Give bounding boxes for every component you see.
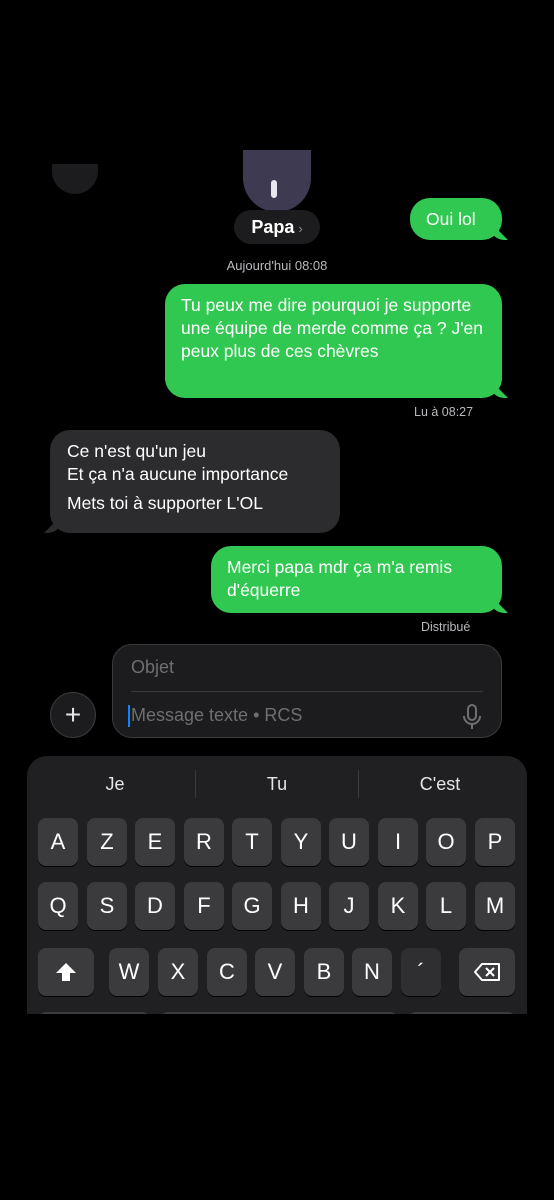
key-e[interactable]: E [135,818,175,866]
key-d[interactable]: D [135,882,175,930]
key-h[interactable]: H [281,882,321,930]
message-text: Oui lol [426,209,476,229]
message-text-line: Mets toi à supporter L'OL [67,493,263,513]
keyboard: Je Tu C'est A Z E R T Y U I O P Q S D F … [27,756,527,1018]
key-i[interactable]: I [378,818,418,866]
bottom-mask [0,1014,554,1200]
shift-key[interactable] [38,948,94,996]
key-t[interactable]: T [232,818,272,866]
key-v[interactable]: V [255,948,295,996]
key-y[interactable]: Y [281,818,321,866]
delivery-status: Distribué [421,620,471,634]
message-text: Tu peux me dire pourquoi je supporte une… [181,295,483,361]
key-f[interactable]: F [184,882,224,930]
key-m[interactable]: M [475,882,515,930]
key-c[interactable]: C [207,948,247,996]
conversation-timestamp: Aujourd'hui 08:08 [226,258,328,273]
compose-field[interactable]: Objet Message texte • RCS [112,644,502,738]
read-receipt: Lu à 08:27 [414,405,474,419]
key-q[interactable]: Q [38,882,78,930]
key-x[interactable]: X [158,948,198,996]
suggestion-item[interactable]: Tu [197,774,357,795]
microphone-icon[interactable] [459,703,485,731]
message-bubble-incoming[interactable]: Ce n'est qu'un jeu Et ça n'a aucune impo… [50,430,340,533]
compose-divider [131,691,483,692]
key-p[interactable]: P [475,818,515,866]
suggestion-divider [195,770,196,798]
key-a[interactable]: A [38,818,78,866]
key-j[interactable]: J [329,882,369,930]
key-n[interactable]: N [352,948,392,996]
chevron-right-icon: › [298,220,303,236]
shift-arrow-icon [56,963,76,981]
key-s[interactable]: S [87,882,127,930]
contact-avatar[interactable] [243,150,311,212]
message-text: Merci papa mdr ça m'a remis d'équerre [227,557,453,600]
contact-name-pill[interactable]: Papa › [234,210,320,244]
contact-name: Papa [251,216,295,237]
key-w[interactable]: W [109,948,149,996]
add-attachment-button[interactable]: + [50,692,96,738]
key-accent[interactable]: ´ [401,948,441,996]
key-b[interactable]: B [304,948,344,996]
key-o[interactable]: O [426,818,466,866]
suggestion-divider [358,770,359,798]
message-text-line: Ce n'est qu'un jeu [67,441,207,461]
backspace-icon [474,963,500,981]
message-bubble-outgoing[interactable]: Merci papa mdr ça m'a remis d'équerre [211,546,502,613]
text-cursor [128,705,130,727]
key-r[interactable]: R [184,818,224,866]
message-bubble-outgoing[interactable]: Oui lol [410,198,502,240]
key-k[interactable]: K [378,882,418,930]
message-text-line: Et ça n'a aucune importance [67,464,289,484]
subject-input[interactable]: Objet [131,657,174,678]
key-l[interactable]: L [426,882,466,930]
message-input[interactable]: Message texte • RCS [131,705,302,726]
message-bubble-outgoing[interactable]: Tu peux me dire pourquoi je supporte une… [165,284,502,398]
suggestion-item[interactable]: C'est [360,774,520,795]
avatar-glyph [271,180,277,198]
key-z[interactable]: Z [87,818,127,866]
back-button[interactable] [52,164,98,194]
suggestion-item[interactable]: Je [35,774,195,795]
backspace-key[interactable] [459,948,515,996]
key-g[interactable]: G [232,882,272,930]
key-u[interactable]: U [329,818,369,866]
